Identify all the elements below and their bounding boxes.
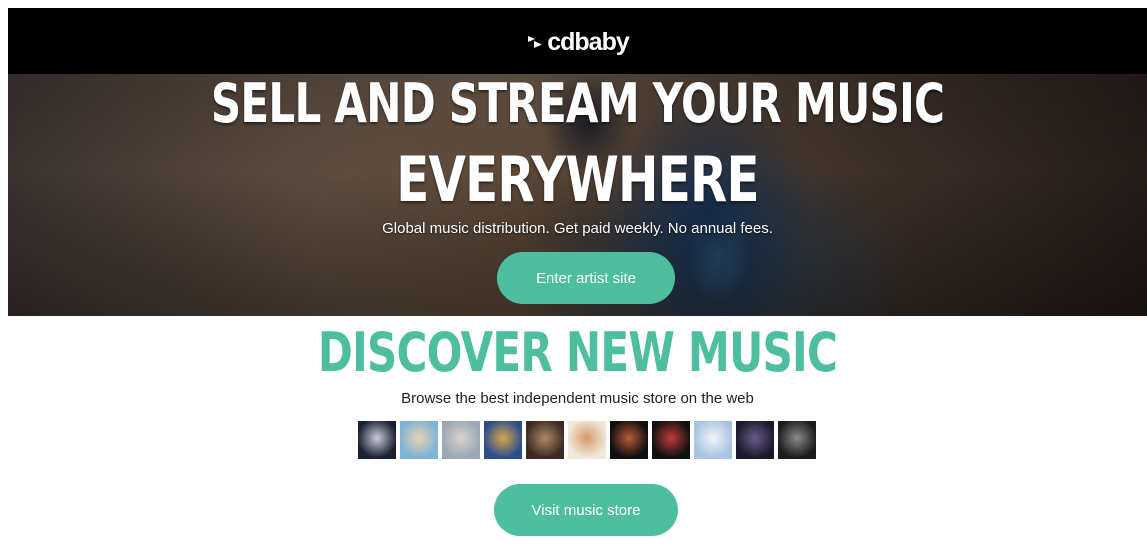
hero-title-line-2: EVERYWHERE bbox=[396, 143, 759, 216]
page: cdbaby SELL AND STREAM YOUR MUSIC EVERYW… bbox=[8, 8, 1147, 556]
album-strip bbox=[358, 421, 816, 459]
album-cover[interactable] bbox=[610, 421, 648, 459]
visit-music-store-button[interactable]: Visit music store bbox=[494, 484, 678, 536]
album-cover[interactable] bbox=[694, 421, 732, 459]
album-cover[interactable] bbox=[778, 421, 816, 459]
discover-title: DISCOVER NEW MUSIC bbox=[317, 321, 838, 384]
album-cover[interactable] bbox=[484, 421, 522, 459]
top-header: cdbaby bbox=[8, 8, 1147, 74]
logo-text: cdbaby bbox=[547, 27, 630, 56]
album-cover[interactable] bbox=[400, 421, 438, 459]
album-cover[interactable] bbox=[736, 421, 774, 459]
album-cover[interactable] bbox=[568, 421, 606, 459]
cdbaby-arrow-icon bbox=[528, 36, 543, 48]
enter-artist-site-button[interactable]: Enter artist site bbox=[497, 252, 675, 304]
discover-subtitle: Browse the best independent music store … bbox=[401, 390, 754, 407]
cdbaby-logo[interactable]: cdbaby bbox=[526, 27, 630, 57]
hero-title-line-1: SELL AND STREAM YOUR MUSIC bbox=[210, 72, 945, 135]
album-cover[interactable] bbox=[358, 421, 396, 459]
hero-subtitle: Global music distribution. Get paid week… bbox=[382, 220, 773, 237]
album-cover[interactable] bbox=[442, 421, 480, 459]
album-cover[interactable] bbox=[526, 421, 564, 459]
album-cover[interactable] bbox=[652, 421, 690, 459]
